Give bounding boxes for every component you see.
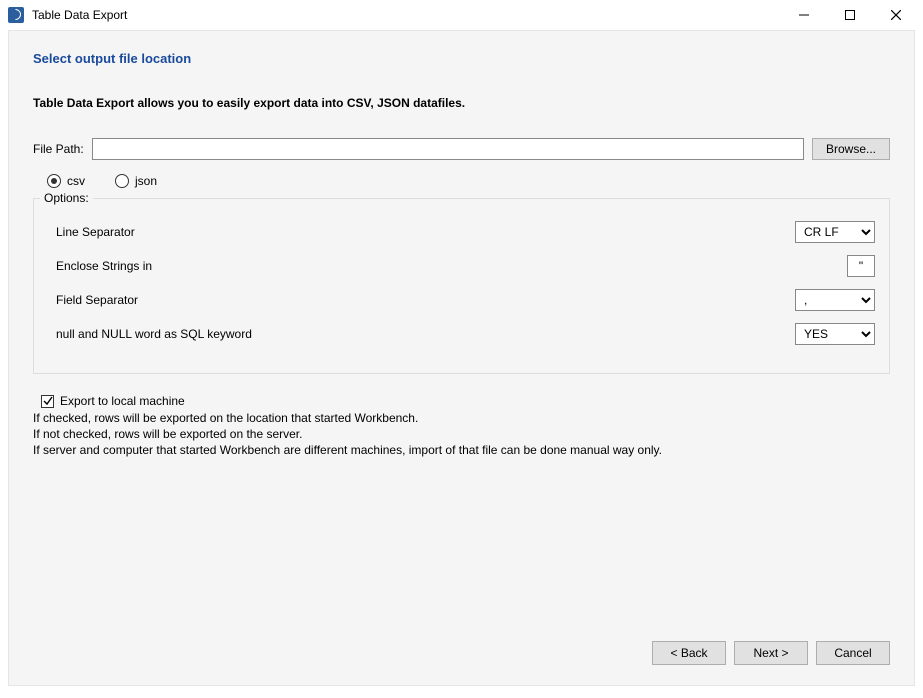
enclose-strings-input[interactable] bbox=[847, 255, 875, 277]
line-separator-label: Line Separator bbox=[56, 225, 135, 239]
export-local-hint: If checked, rows will be exported on the… bbox=[33, 410, 890, 459]
null-keyword-label: null and NULL word as SQL keyword bbox=[56, 327, 252, 341]
format-radio-csv[interactable]: csv bbox=[47, 174, 85, 188]
titlebar: Table Data Export bbox=[0, 0, 923, 30]
enclose-strings-label: Enclose Strings in bbox=[56, 259, 152, 273]
radio-label-json: json bbox=[135, 174, 157, 188]
hint-line: If not checked, rows will be exported on… bbox=[33, 426, 890, 442]
radio-icon bbox=[47, 174, 61, 188]
page-header: Select output file location bbox=[33, 51, 890, 66]
hint-line: If server and computer that started Work… bbox=[33, 442, 890, 458]
filepath-label: File Path: bbox=[33, 142, 84, 156]
options-legend: Options: bbox=[40, 191, 93, 205]
checkbox-icon bbox=[41, 395, 54, 408]
line-separator-select[interactable]: CR LF bbox=[795, 221, 875, 243]
field-separator-select[interactable]: , bbox=[795, 289, 875, 311]
next-button[interactable]: Next > bbox=[734, 641, 808, 665]
close-icon bbox=[891, 10, 901, 20]
export-local-checkbox[interactable]: Export to local machine bbox=[41, 394, 890, 408]
format-radio-json[interactable]: json bbox=[115, 174, 157, 188]
intro-text: Table Data Export allows you to easily e… bbox=[33, 96, 890, 110]
wizard-panel: Select output file location Table Data E… bbox=[8, 30, 915, 686]
field-separator-label: Field Separator bbox=[56, 293, 138, 307]
radio-label-csv: csv bbox=[67, 174, 85, 188]
maximize-icon bbox=[845, 10, 855, 20]
radio-icon bbox=[115, 174, 129, 188]
options-group: Options: Line Separator CR LF Enclose St… bbox=[33, 198, 890, 374]
minimize-button[interactable] bbox=[781, 0, 827, 30]
close-button[interactable] bbox=[873, 0, 919, 30]
hint-line: If checked, rows will be exported on the… bbox=[33, 410, 890, 426]
minimize-icon bbox=[799, 10, 809, 20]
app-icon bbox=[8, 7, 24, 23]
null-keyword-select[interactable]: YES bbox=[795, 323, 875, 345]
browse-button[interactable]: Browse... bbox=[812, 138, 890, 160]
window-title: Table Data Export bbox=[32, 8, 127, 22]
maximize-button[interactable] bbox=[827, 0, 873, 30]
export-local-label: Export to local machine bbox=[60, 394, 185, 408]
cancel-button[interactable]: Cancel bbox=[816, 641, 890, 665]
back-button[interactable]: < Back bbox=[652, 641, 726, 665]
filepath-input[interactable] bbox=[92, 138, 804, 160]
